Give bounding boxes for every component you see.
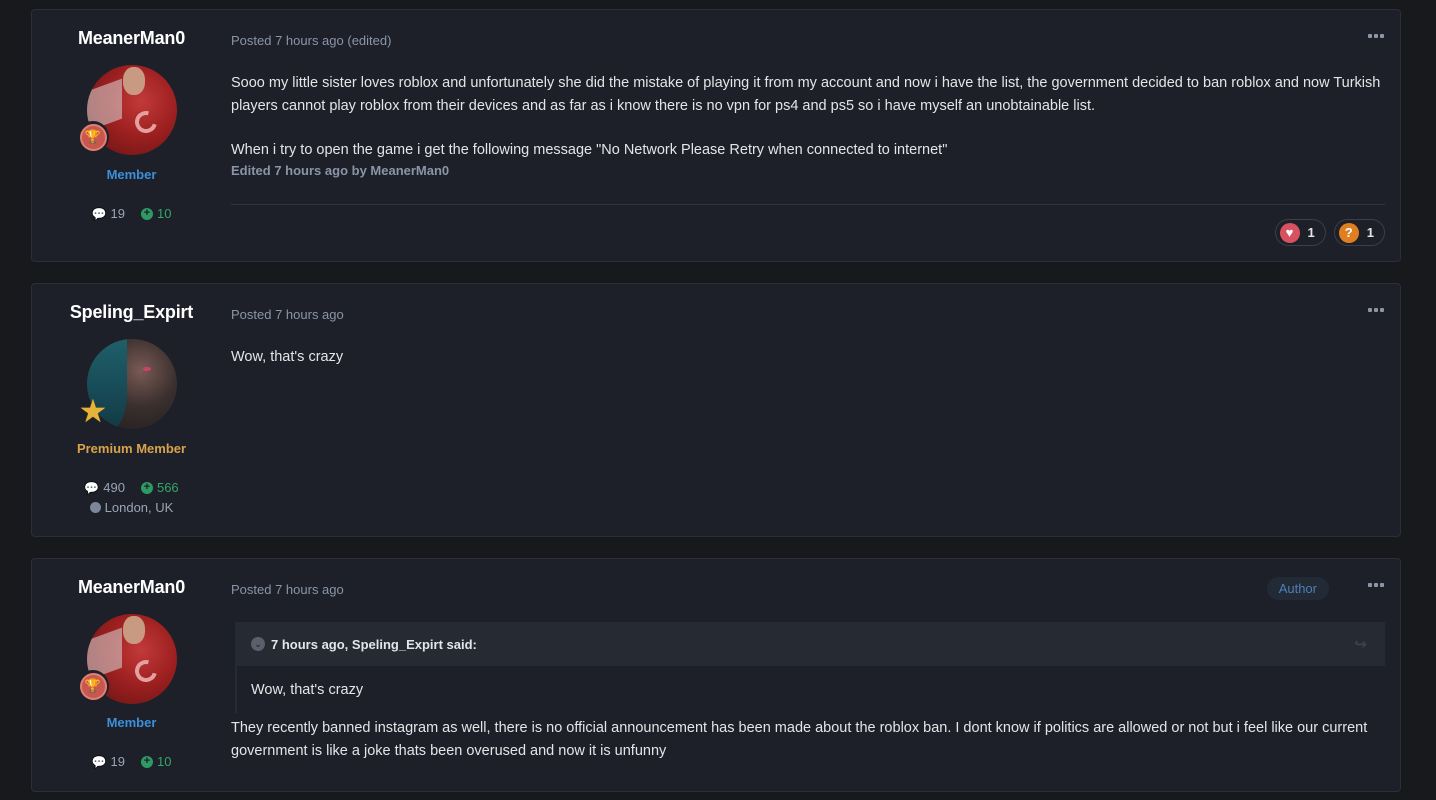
author-name-link[interactable]: MeanerMan0	[32, 28, 231, 49]
dot-icon	[1380, 34, 1384, 38]
post-timestamp[interactable]: Posted 7 hours ago	[231, 307, 344, 322]
author-stats: 💬 19 + 10	[32, 206, 231, 221]
post-paragraph: When i try to open the game i get the fo…	[231, 142, 948, 158]
location-value: London, UK	[104, 500, 174, 515]
reaction-heart-button[interactable]: ♥ 1	[1274, 219, 1326, 246]
content-count: 💬 19	[92, 754, 125, 769]
more-options-button[interactable]	[1368, 34, 1384, 38]
author-name-link[interactable]: Speling_Expirt	[32, 302, 231, 323]
plus-circle-icon: +	[140, 755, 153, 768]
reputation: + 10	[140, 206, 172, 221]
heart-icon: ♥	[1279, 222, 1300, 243]
post-paragraph: Wow, that's crazy	[231, 349, 344, 365]
post-timestamp[interactable]: Posted 7 hours ago	[231, 582, 344, 597]
more-options-button[interactable]	[1368, 583, 1384, 587]
quote-block: ⌄ 7 hours ago, Speling_Expirt said: ↪ Wo…	[235, 622, 1385, 713]
rank-badge: 🏆	[77, 670, 109, 702]
post-3: MeanerMan0 🏆 Member 💬 19 + 10 Posted 7 h…	[31, 558, 1401, 792]
author-stats: 💬 19 + 10	[32, 754, 231, 769]
reaction-count: 1	[1366, 225, 1374, 240]
avatar-head-detail	[123, 616, 145, 644]
member-rank: Member	[106, 167, 157, 182]
content-count-value: 490	[103, 480, 125, 495]
reaction-count: 1	[1307, 225, 1315, 240]
plus-circle-icon: +	[140, 207, 153, 220]
post-content: Sooo my little sister loves roblox and u…	[231, 72, 1385, 180]
dot-icon	[1380, 308, 1384, 312]
post-content: Wow, that's crazy	[231, 346, 1385, 369]
trophy-icon: 🏆	[79, 672, 107, 700]
more-options-button[interactable]	[1368, 308, 1384, 312]
avatar-eye-detail	[143, 367, 151, 371]
reputation-value: 10	[156, 206, 172, 221]
comment-icon: 💬	[91, 206, 107, 221]
avatar-head-detail	[123, 67, 145, 95]
paragraph-spacer	[231, 117, 1385, 139]
dot-icon	[1368, 583, 1372, 587]
chevron-down-icon[interactable]: ⌄	[251, 637, 265, 651]
author-location: London, UK	[32, 500, 231, 515]
post-paragraph: Sooo my little sister loves roblox and u…	[231, 75, 1381, 114]
post-paragraph: They recently banned instagram as well, …	[231, 720, 1368, 759]
reaction-question-button[interactable]: ? 1	[1333, 219, 1385, 246]
plus-circle-icon: +	[140, 481, 153, 494]
dot-icon	[1374, 583, 1378, 587]
comment-icon: 💬	[84, 480, 100, 495]
content-count-value: 19	[110, 206, 125, 221]
avatar-crescent-detail	[130, 655, 162, 687]
post-2: Speling_Expirt ★ Premium Member 💬 490 + …	[31, 283, 1401, 537]
dot-icon	[1374, 34, 1378, 38]
post-content: They recently banned instagram as well, …	[231, 717, 1385, 762]
member-rank: Member	[106, 715, 157, 730]
content-count: 💬 19	[92, 206, 125, 221]
content-count: 💬 490	[84, 480, 125, 495]
dot-icon	[1380, 583, 1384, 587]
post-1: MeanerMan0 🏆 Member 💬 19 + 10 Posted 7 h…	[31, 9, 1401, 262]
post-divider	[231, 204, 1385, 205]
quote-content: Wow, that's crazy	[251, 682, 364, 698]
quote-header[interactable]: ⌄ 7 hours ago, Speling_Expirt said: ↪	[237, 622, 1385, 666]
avatar-crescent-detail	[130, 106, 162, 138]
author-badge: Author	[1266, 577, 1329, 600]
avatar-container: ★	[79, 339, 177, 429]
avatar-container: 🏆	[77, 614, 177, 704]
author-stats: 💬 490 + 566	[32, 480, 231, 495]
rank-badge: ★	[77, 393, 109, 429]
share-icon[interactable]: ↪	[1354, 635, 1367, 653]
author-name-link[interactable]: MeanerMan0	[32, 577, 231, 598]
star-trophy-icon: ★	[78, 393, 108, 429]
globe-icon	[89, 502, 101, 513]
member-rank: Premium Member	[76, 441, 187, 456]
comment-icon: 💬	[91, 754, 107, 769]
question-icon: ?	[1338, 222, 1359, 243]
content-count-value: 19	[110, 754, 125, 769]
reactions-bar: ♥ 1 ? 1	[1274, 219, 1385, 246]
reputation: + 566	[140, 480, 179, 495]
edited-note: Edited 7 hours ago by MeanerMan0	[231, 162, 450, 178]
reputation-value: 566	[156, 480, 179, 495]
trophy-icon: 🏆	[79, 123, 107, 151]
reputation-value: 10	[156, 754, 172, 769]
reputation: + 10	[140, 754, 172, 769]
dot-icon	[1374, 308, 1378, 312]
quote-citation: 7 hours ago, Speling_Expirt said:	[271, 636, 477, 652]
avatar-container: 🏆	[77, 65, 177, 155]
rank-badge: 🏆	[77, 121, 109, 153]
post-timestamp[interactable]: Posted 7 hours ago (edited)	[231, 33, 391, 48]
dot-icon	[1368, 308, 1372, 312]
dot-icon	[1368, 34, 1372, 38]
